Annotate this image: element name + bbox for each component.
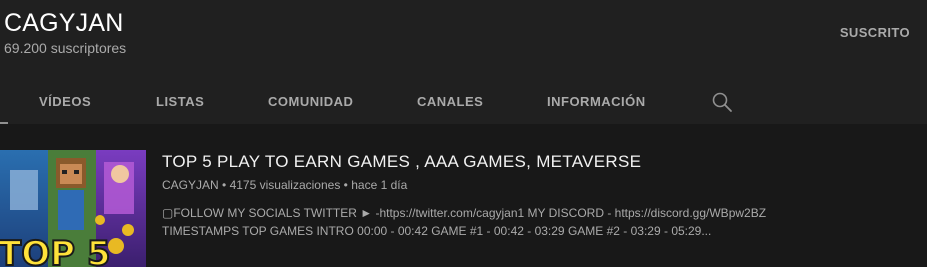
video-channel[interactable]: CAGYJAN (162, 178, 219, 192)
subscribed-button[interactable]: SUSCRITO (840, 25, 910, 40)
video-thumbnail[interactable]: TOP 5 (0, 150, 146, 267)
tab-community[interactable]: COMUNIDAD (268, 94, 353, 109)
video-age: hace 1 día (351, 178, 408, 192)
tab-about[interactable]: INFORMACIÓN (547, 94, 646, 109)
video-description-line-1: ▢FOLLOW MY SOCIALS TWITTER ► -https://tw… (162, 206, 767, 220)
thumbnail-text: TOP 5 (0, 234, 111, 267)
channel-header: CAGYJAN 69.200 suscriptores SUSCRITO VÍD… (0, 0, 927, 124)
active-tab-indicator (0, 122, 8, 124)
video-views: 4175 visualizaciones (229, 178, 341, 192)
channel-name: CAGYJAN (4, 9, 124, 37)
tab-playlists[interactable]: LISTAS (156, 94, 204, 109)
video-meta: CAGYJAN • 4175 visualizaciones • hace 1 … (162, 178, 407, 192)
channel-tabs: VÍDEOS LISTAS COMUNIDAD CANALES INFORMAC… (0, 82, 927, 124)
video-title[interactable]: TOP 5 PLAY TO EARN GAMES , AAA GAMES, ME… (162, 152, 641, 172)
tab-videos[interactable]: VÍDEOS (39, 94, 91, 109)
meta-separator: • (222, 178, 227, 192)
meta-separator: • (343, 178, 348, 192)
video-description-line-2: TIMESTAMPS TOP GAMES INTRO 00:00 - 00:42… (162, 224, 712, 238)
subscriber-count: 69.200 suscriptores (4, 40, 127, 56)
thumbnail-art: TOP 5 (0, 150, 146, 267)
search-icon[interactable] (710, 90, 734, 114)
tab-channels[interactable]: CANALES (417, 94, 483, 109)
